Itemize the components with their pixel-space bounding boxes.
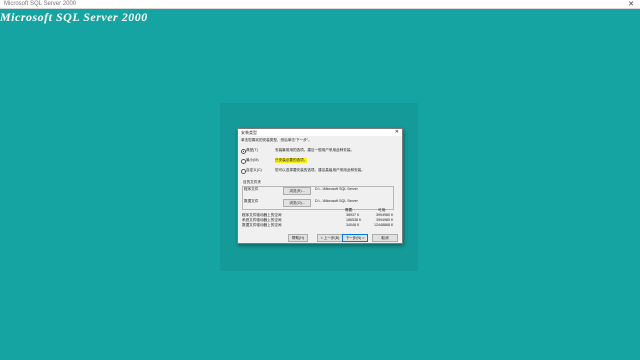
space-row-available: 12448868 K [374,223,394,227]
back-button[interactable]: < 上一步(B) [317,234,343,242]
data-files-path: D:\...\Microsoft SQL Server [315,199,358,203]
program-files-label: 程序文件 [244,187,259,191]
dest-group-label: 目的文件夹 [243,180,261,184]
cancel-button[interactable]: 取消 [372,234,398,242]
next-button[interactable]: 下一步(N) > [342,234,368,242]
dialog-close-icon[interactable]: ✕ [395,129,399,136]
option-typical-label[interactable]: 典型(T) [246,148,258,153]
setup-type-dialog: 安装类型 ✕ 单击您喜欢的安装类型，然后单击“下一步”。 典型(T) 安装最常用… [237,128,403,244]
help-button[interactable]: 帮助(H) [288,234,308,242]
option-minimum-desc: 只安装必要的选项。 [275,158,308,163]
data-files-label: 数据文件 [244,199,259,203]
dialog-title-bar: 安装类型 ✕ [238,129,402,136]
splash-banner: Microsoft SQL Server 2000 [0,10,148,24]
app-title-bar: Microsoft SQL Server 2000 ✕ [0,0,640,9]
option-custom-label[interactable]: 自定义(C) [246,168,262,173]
dialog-title: 安装类型 [241,130,257,135]
browse-program-button[interactable]: 浏览(R)... [283,187,311,195]
dialog-prompt: 单击您喜欢的安装类型，然后单击“下一步”。 [241,138,312,142]
option-typical-desc: 安装最常用的选项。建议一般用户采用此种安装。 [275,148,355,152]
option-custom-desc: 您可以选择要安装的选项。建议高级用户采用此种安装。 [275,168,365,172]
space-row-label: 数据文件驱动器上的空间 [242,223,282,227]
program-files-path: D:\...\Microsoft SQL Server [315,187,358,191]
destination-group: 程序文件 浏览(R)... D:\...\Microsoft SQL Serve… [242,186,394,210]
option-minimum-label[interactable]: 最小(M) [246,158,259,163]
window-title: Microsoft SQL Server 2000 [4,1,77,7]
browse-data-button[interactable]: 浏览(O)... [283,199,311,207]
space-row-required: 34048 K [346,223,360,227]
close-icon[interactable]: ✕ [628,0,634,8]
